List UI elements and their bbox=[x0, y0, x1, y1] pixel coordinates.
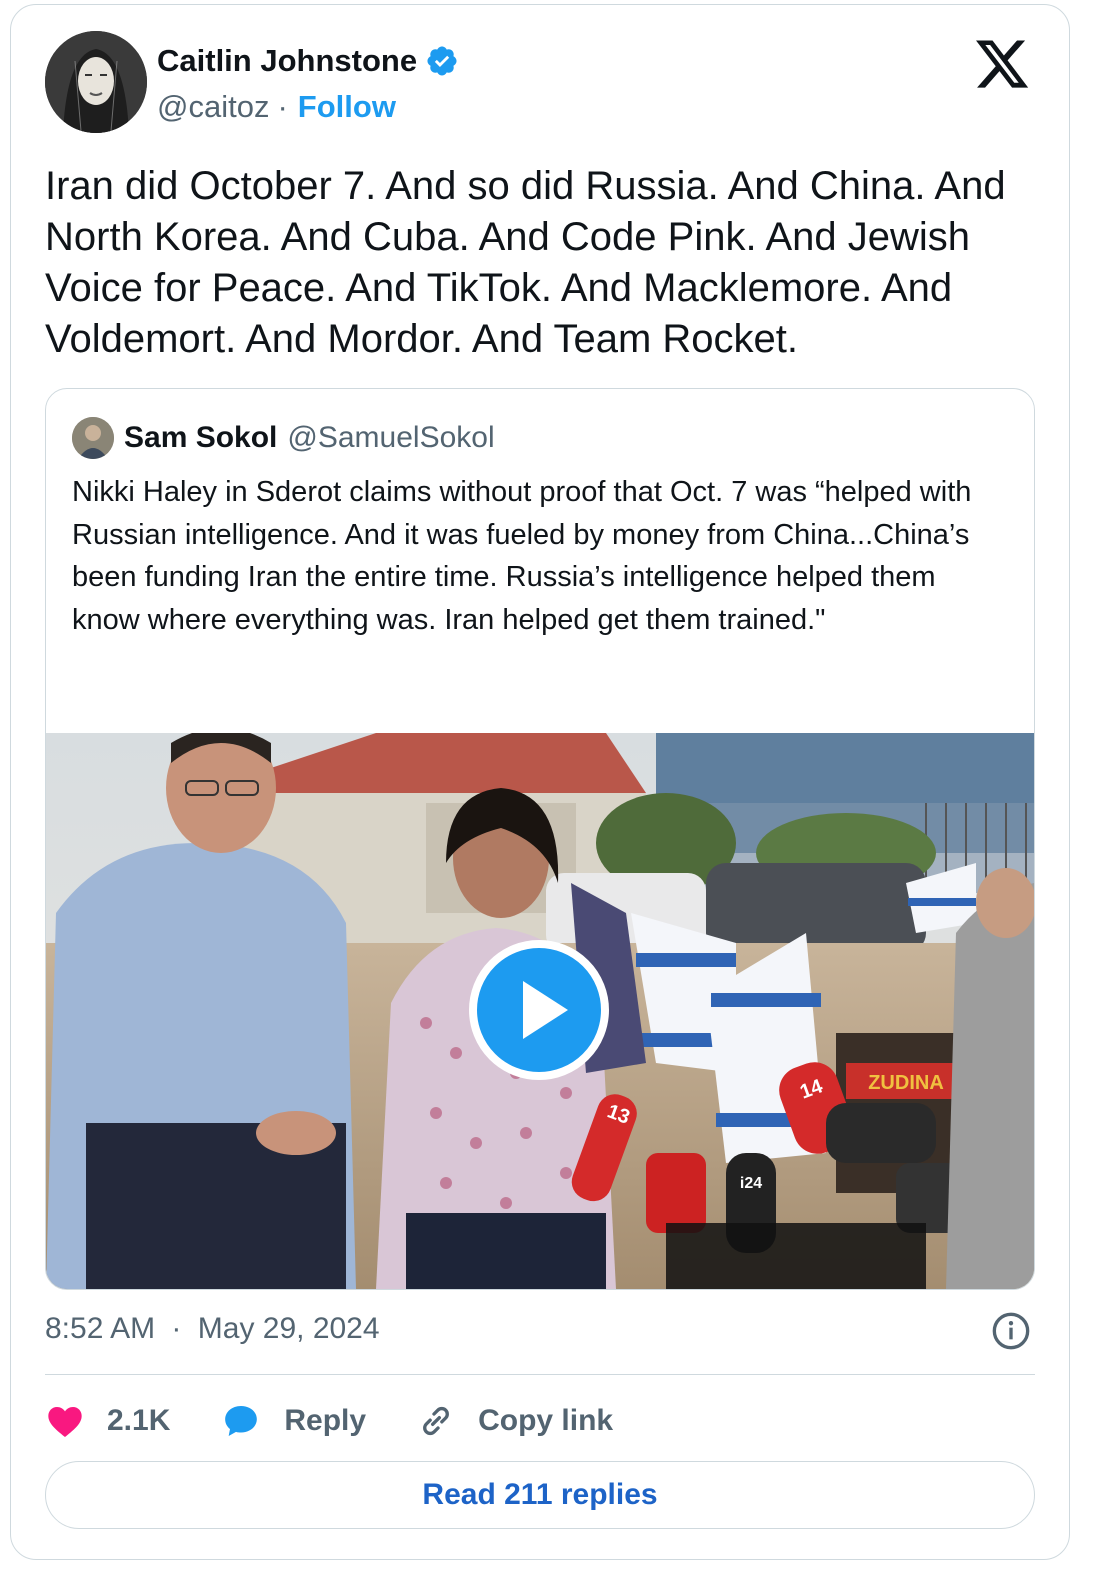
verified-badge-icon bbox=[427, 46, 457, 76]
quoted-tweet[interactable]: Sam Sokol @SamuelSokol Nikki Haley in Sd… bbox=[45, 388, 1035, 1290]
info-icon[interactable] bbox=[991, 1311, 1031, 1351]
author-avatar[interactable] bbox=[45, 31, 147, 133]
quoted-author-name: Sam Sokol bbox=[124, 421, 278, 454]
timestamp[interactable]: 8:52 AM · May 29, 2024 bbox=[45, 1312, 380, 1346]
reply-bubble-icon bbox=[225, 1406, 258, 1436]
quoted-author-handle: @SamuelSokol bbox=[287, 421, 495, 454]
author-name-row: Caitlin Johnstone bbox=[157, 43, 459, 79]
video-thumbnail[interactable]: ZUDINA 13 i24 14 bbox=[46, 733, 1034, 1289]
divider bbox=[45, 1374, 1035, 1375]
copy-link-button[interactable]: Copy link bbox=[416, 1401, 613, 1441]
mic-label-i24: i24 bbox=[740, 1175, 762, 1192]
quoted-header: Sam Sokol @SamuelSokol bbox=[72, 417, 495, 459]
timestamp-time: 8:52 AM bbox=[45, 1312, 156, 1345]
play-icon[interactable] bbox=[468, 939, 610, 1081]
timestamp-separator: · bbox=[171, 1312, 182, 1345]
like-button[interactable]: 2.1K bbox=[45, 1401, 170, 1441]
link-icon bbox=[423, 1406, 450, 1436]
timestamp-date: May 29, 2024 bbox=[197, 1312, 380, 1345]
author-name[interactable]: Caitlin Johnstone bbox=[157, 43, 417, 79]
author-handle-row: @caitoz · Follow bbox=[157, 89, 396, 125]
tweet-text: Iran did October 7. And so did Russia. A… bbox=[45, 164, 1006, 361]
author-handle[interactable]: @caitoz bbox=[157, 89, 269, 125]
x-logo-icon[interactable] bbox=[973, 35, 1031, 93]
banner-text: ZUDINA bbox=[868, 1072, 944, 1094]
copy-link-label: Copy link bbox=[478, 1404, 614, 1437]
read-replies-button[interactable]: Read 211 replies bbox=[45, 1461, 1035, 1529]
action-bar: 2.1K Reply Copy link bbox=[45, 1393, 663, 1449]
quoted-text: Nikki Haley in Sderot claims without pro… bbox=[72, 476, 972, 636]
reply-label: Reply bbox=[284, 1404, 367, 1437]
tweet-card: Caitlin Johnstone @caitoz · Follow Iran … bbox=[10, 4, 1070, 1560]
reply-button[interactable]: Reply bbox=[220, 1401, 366, 1441]
heart-icon bbox=[48, 1407, 82, 1437]
quoted-author-avatar bbox=[72, 417, 114, 459]
like-count: 2.1K bbox=[107, 1404, 171, 1437]
handle-separator: · bbox=[277, 89, 288, 124]
follow-button[interactable]: Follow bbox=[298, 89, 396, 125]
tweet-header: Caitlin Johnstone @caitoz · Follow bbox=[45, 31, 1035, 141]
